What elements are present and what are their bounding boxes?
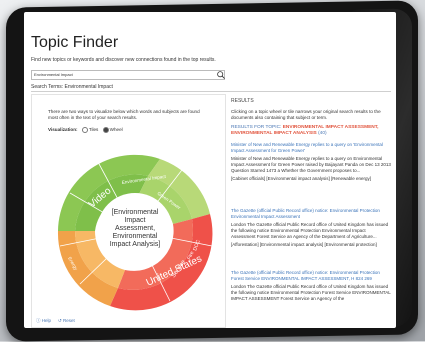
reset-link[interactable]: ↺ Reset bbox=[58, 318, 75, 324]
result-item[interactable]: The Gazette (official Public Record offi… bbox=[231, 208, 391, 248]
reset-icon: ↺ bbox=[58, 318, 62, 323]
help-icon: ⓘ bbox=[36, 318, 41, 323]
result-tags: [Afforestation] [Environmental impact an… bbox=[231, 242, 377, 247]
page-subtitle: Find new topics or keywords and discover… bbox=[31, 57, 216, 63]
search-terms: Search Terms: Environmental Impact bbox=[31, 84, 113, 90]
result-link[interactable]: The Gazette (official Public Record offi… bbox=[231, 208, 391, 220]
results-heading: RESULTS bbox=[231, 98, 254, 104]
result-link[interactable]: Minister of New and Renewable Energy rep… bbox=[231, 142, 391, 154]
visualization-options: Visualization: Tiles Wheel bbox=[48, 127, 123, 133]
topic-wheel[interactable]: [Environmental Impact Assessment, Enviro… bbox=[50, 136, 220, 314]
result-body: London The Gazette official Public Recor… bbox=[231, 222, 389, 239]
results-description: Clicking on a topic wheel or tile narrow… bbox=[231, 109, 381, 120]
tiles-radio[interactable] bbox=[81, 127, 88, 133]
wheel-center-line-3: Assessment, bbox=[115, 225, 155, 232]
result-tags: [Cabinet officials] [Environmental impac… bbox=[231, 176, 371, 181]
wheel-center-line-1: [Environmental bbox=[112, 209, 159, 216]
results-topic: RESULTS FOR TOPIC: ENVIRONMENTAL IMPACT … bbox=[231, 125, 391, 137]
reset-label: Reset bbox=[63, 318, 75, 323]
results-topic-prefix: RESULTS FOR TOPIC: bbox=[231, 125, 282, 130]
result-body: Minister of New and Renewable Energy rep… bbox=[231, 156, 391, 173]
result-item[interactable]: The Gazette (official Public Record offi… bbox=[231, 270, 391, 302]
wheel-center-line-5: Impact Analysis] bbox=[110, 241, 161, 248]
wheel-center-line-2: Impact bbox=[124, 217, 145, 224]
help-label: Help bbox=[41, 318, 52, 323]
result-link[interactable]: The Gazette (official Public Record offi… bbox=[231, 270, 391, 282]
page-title: Topic Finder bbox=[31, 34, 119, 51]
help-link[interactable]: ⓘ Help bbox=[36, 318, 51, 324]
results-topic-count: (40) bbox=[318, 131, 327, 136]
visualization-label: Visualization: bbox=[48, 127, 78, 133]
result-body: London The Gazette official Public Recor… bbox=[231, 284, 391, 301]
divider bbox=[31, 91, 391, 92]
search-input[interactable]: Environmental Impact bbox=[31, 70, 225, 80]
wheel-center-line-4: Environmental bbox=[113, 233, 158, 240]
app-screen: Topic Finder Find new topics or keywords… bbox=[24, 12, 396, 328]
wheel-radio[interactable] bbox=[102, 127, 109, 133]
result-item[interactable]: Minister of New and Renewable Energy rep… bbox=[231, 142, 391, 182]
intro-text: There are two ways to visualize below wh… bbox=[48, 109, 200, 120]
wheel-option-label[interactable]: Wheel bbox=[110, 127, 123, 132]
tiles-option-label[interactable]: Tiles bbox=[89, 127, 99, 132]
search-icon[interactable] bbox=[216, 70, 226, 80]
